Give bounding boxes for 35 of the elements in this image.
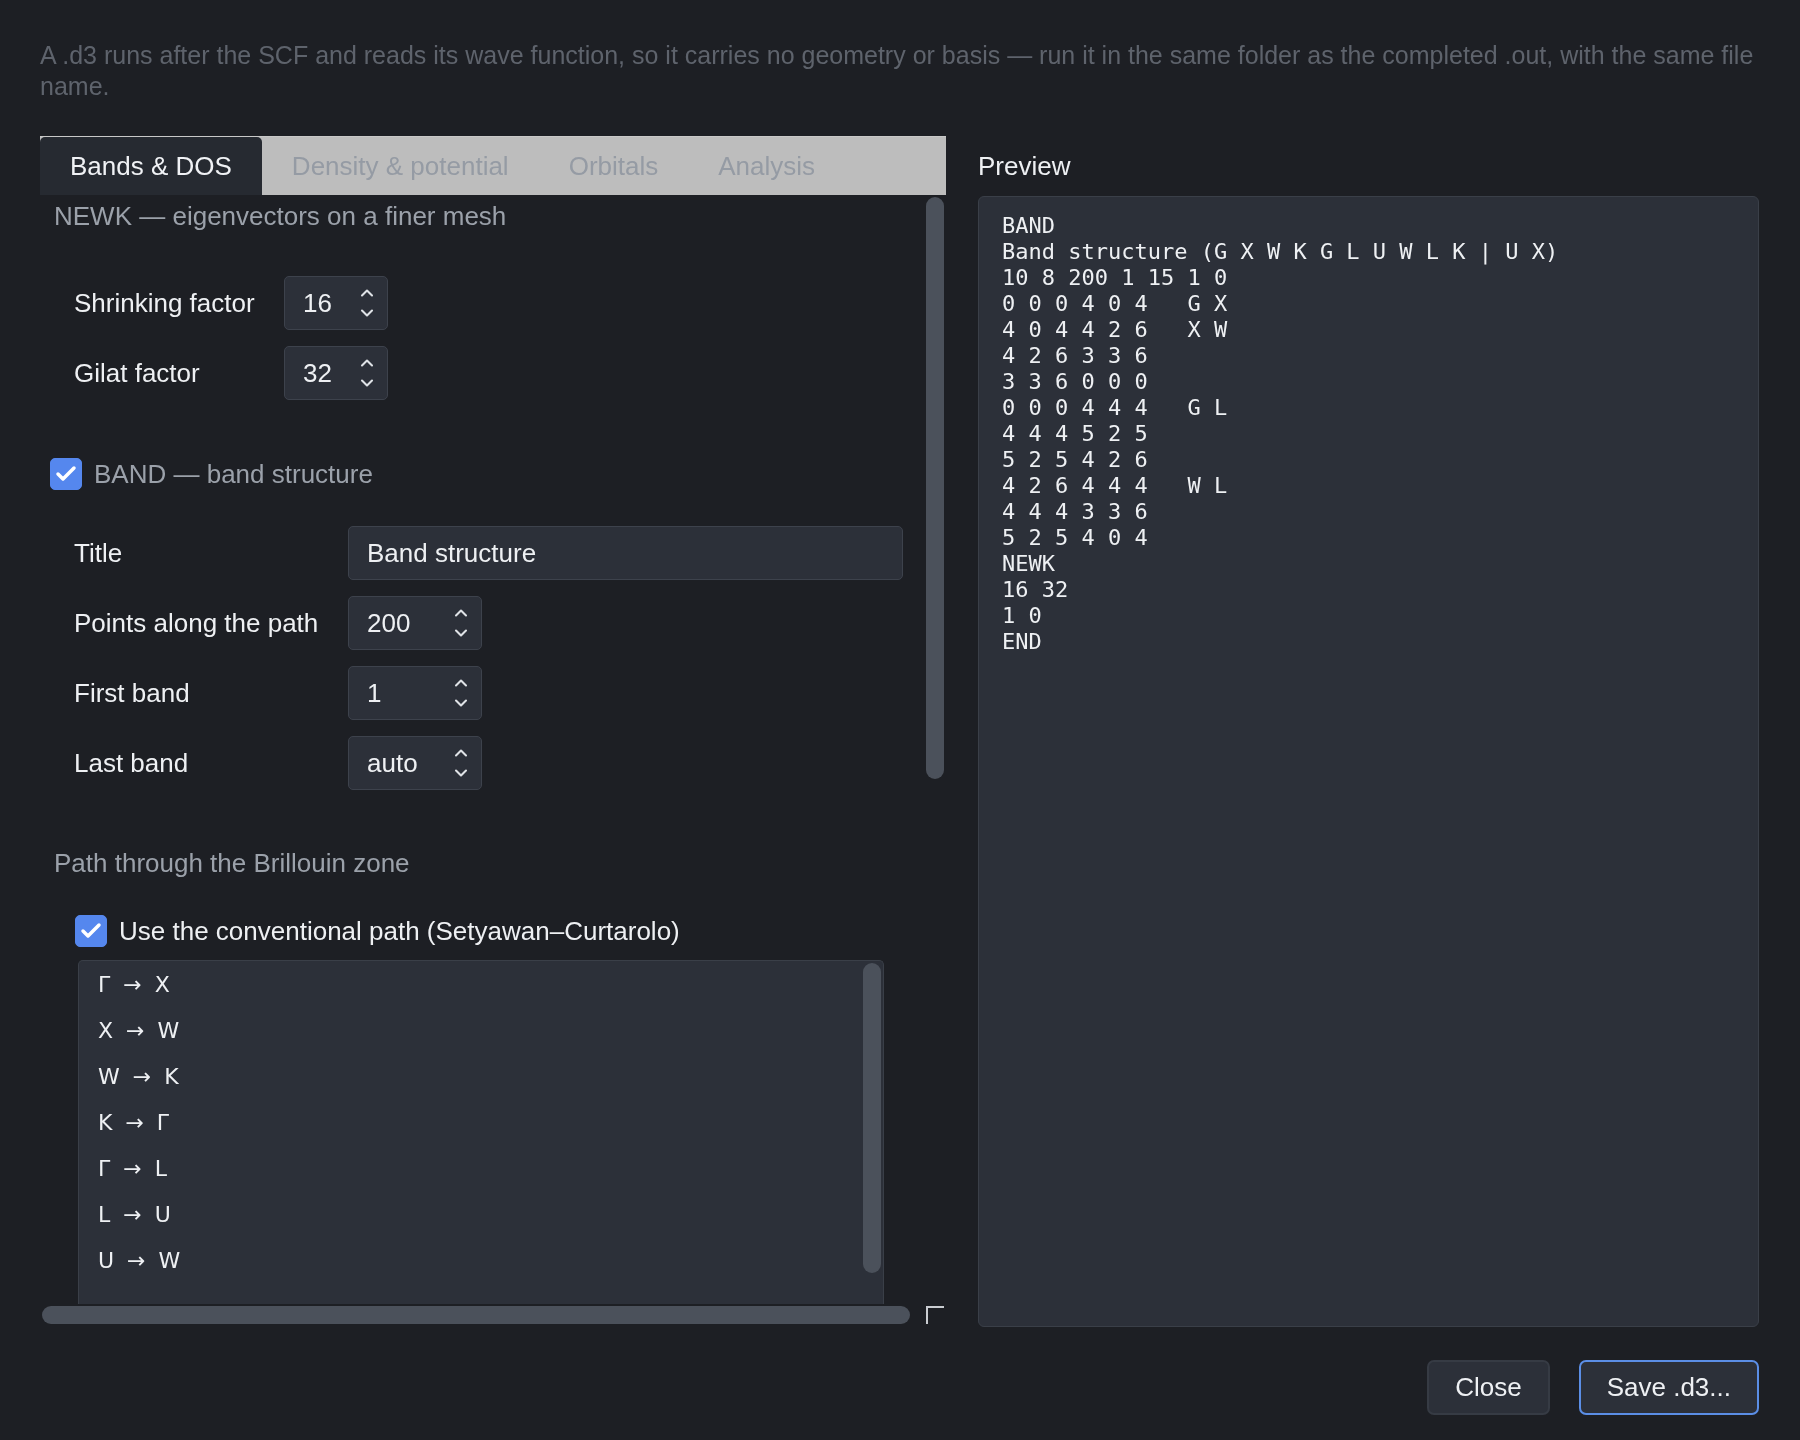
list-item[interactable]: L → U: [79, 1191, 883, 1237]
preview-label: Preview: [978, 149, 1072, 183]
field-label: Title: [74, 537, 124, 569]
spin-box[interactable]: 1: [348, 666, 482, 720]
list-item[interactable]: Γ → L: [79, 1145, 883, 1191]
preview-text: BAND Band structure (G X W K G L U W L K | U X) 10 8 200 1 15 1 0 0 0 0 4 0 4 G X 4 0 4 4 2 6 X W 4 2 6 3 3 6 3 3 6 0 0 0 0 0 0 4 4 4 G L 4 4 4 5 2 5 5 2 5 4 2 6 4 2 6 4 4 4 W L 4 4 4 3 3 6 5 2 5 4 0 4 NEWK 16 32 1 0 END: [978, 196, 1759, 1327]
tab[interactable]: Bands & DOS: [40, 137, 262, 195]
section-heading: BAND — band structure: [94, 458, 373, 490]
spin-box[interactable]: 32: [284, 346, 388, 400]
list-item[interactable]: X → W: [79, 1007, 883, 1053]
checkbox[interactable]: [50, 458, 82, 490]
intro-text: A .d3 runs after the SCF and reads its wave function, so it carries no geometry or basis — run it in the same folder as the completed .out, with the same file name.: [40, 40, 1755, 102]
section-heading: NEWK — eigenvectors on a finer mesh: [54, 200, 508, 233]
field-label: First band: [74, 677, 191, 709]
resize-corner-icon: [926, 1306, 944, 1324]
scrollbar[interactable]: [926, 197, 944, 779]
scrollbar[interactable]: [863, 963, 881, 1273]
list-item[interactable]: W → K: [79, 1053, 883, 1099]
dialog-button[interactable]: Save .d3...: [1578, 1360, 1759, 1415]
field-label: Points along the path: [74, 607, 320, 639]
list-item[interactable]: U → W: [79, 1237, 883, 1283]
list-item[interactable]: K → Γ: [79, 1099, 883, 1145]
text-field[interactable]: Band structure: [348, 526, 903, 580]
field-label: Shrinking factor: [74, 287, 256, 319]
spin-box[interactable]: 200: [348, 596, 482, 650]
field-label: Gilat factor: [74, 357, 201, 389]
spin-box[interactable]: auto: [348, 736, 482, 790]
scrollbar[interactable]: [42, 1306, 910, 1324]
list-item[interactable]: Γ → X: [79, 961, 883, 1007]
checkbox-label: Use the conventional path (Setyawan–Curtarolo): [119, 915, 680, 947]
dialog-button[interactable]: Close: [1427, 1360, 1550, 1415]
checkbox[interactable]: [75, 915, 107, 947]
field-label: Last band: [74, 747, 190, 779]
spin-box[interactable]: 16: [284, 276, 388, 330]
section-heading: Path through the Brillouin zone: [54, 847, 411, 880]
